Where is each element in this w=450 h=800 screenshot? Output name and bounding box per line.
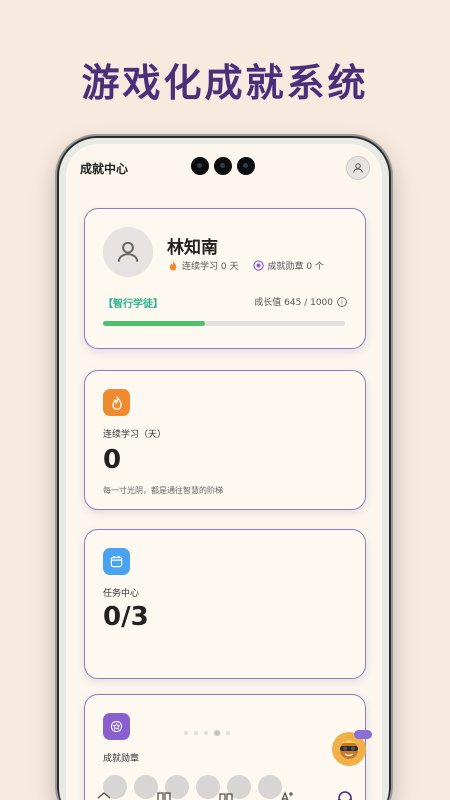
tasks-card[interactable]: 任务中心 0/3 <box>84 529 366 679</box>
page-indicator <box>184 730 230 736</box>
page-dot[interactable] <box>194 731 198 735</box>
star-badge-icon <box>103 713 130 740</box>
profile-stats: 连续学习 0 天 成就勋章 0 个 <box>167 259 324 272</box>
streak-value: 0 <box>103 445 122 475</box>
ai-icon[interactable] <box>278 790 294 800</box>
camera-dot <box>237 157 255 175</box>
page-headline: 游戏化成就系统 <box>81 61 369 105</box>
page-dot[interactable] <box>184 731 188 735</box>
grid-icon[interactable] <box>156 790 172 800</box>
profile-card[interactable]: 林知南 连续学习 0 天 成就勋章 0 个 【智行学徒】 成长值 645 / 1… <box>84 208 366 349</box>
app-title: 成就中心 <box>80 162 129 176</box>
fire-icon <box>103 389 130 416</box>
user-name: 林知南 <box>167 238 218 258</box>
app-screen: 成就中心 林知南 连续学习 0 天 成就勋章 0 个 【智行学徒】 成长值 64… <box>66 144 382 800</box>
level-title: 【智行学徒】 <box>103 299 163 310</box>
home-icon[interactable] <box>96 790 112 800</box>
user-icon[interactable] <box>346 156 370 180</box>
profile-nav-icon[interactable] <box>336 790 352 800</box>
badge-count-text: 成就勋章 0 个 <box>267 262 324 272</box>
page-dot[interactable] <box>204 731 208 735</box>
bottom-nav <box>66 788 382 800</box>
streak-days-text: 连续学习 0 天 <box>182 262 239 272</box>
streak-card[interactable]: 连续学习（天） 0 每一寸光阴，都是通往智慧的阶梯 <box>84 370 366 510</box>
avatar <box>103 227 153 277</box>
streak-label: 连续学习（天） <box>103 430 167 440</box>
tasks-value: 0/3 <box>103 602 149 632</box>
fire-icon <box>167 260 179 272</box>
medal-icon <box>252 260 264 272</box>
top-bar: 成就中心 <box>66 144 382 188</box>
page-dot[interactable] <box>214 730 220 736</box>
growth-progress-fill <box>103 321 205 326</box>
growth-value: 成长值 645 / 1000 i <box>254 295 347 308</box>
badges-card[interactable]: 成就勋章 <box>84 694 366 800</box>
camera-dot <box>214 157 232 175</box>
phone-frame: 成就中心 林知南 连续学习 0 天 成就勋章 0 个 【智行学徒】 成长值 64… <box>57 136 391 800</box>
streak-subtitle: 每一寸光阴，都是通往智慧的阶梯 <box>103 486 223 495</box>
badges-label: 成就勋章 <box>103 754 140 764</box>
tasks-label: 任务中心 <box>103 589 140 599</box>
info-icon[interactable]: i <box>337 296 347 307</box>
camera-dot <box>191 157 209 175</box>
chat-bubble-icon <box>354 730 372 739</box>
book-icon[interactable] <box>218 790 234 800</box>
page-dot[interactable] <box>226 731 230 735</box>
growth-progress-bar <box>103 321 345 326</box>
user-icon <box>117 241 139 262</box>
calendar-icon <box>103 548 130 575</box>
mascot-icon <box>340 740 358 759</box>
growth-text: 成长值 645 / 1000 <box>254 298 333 308</box>
